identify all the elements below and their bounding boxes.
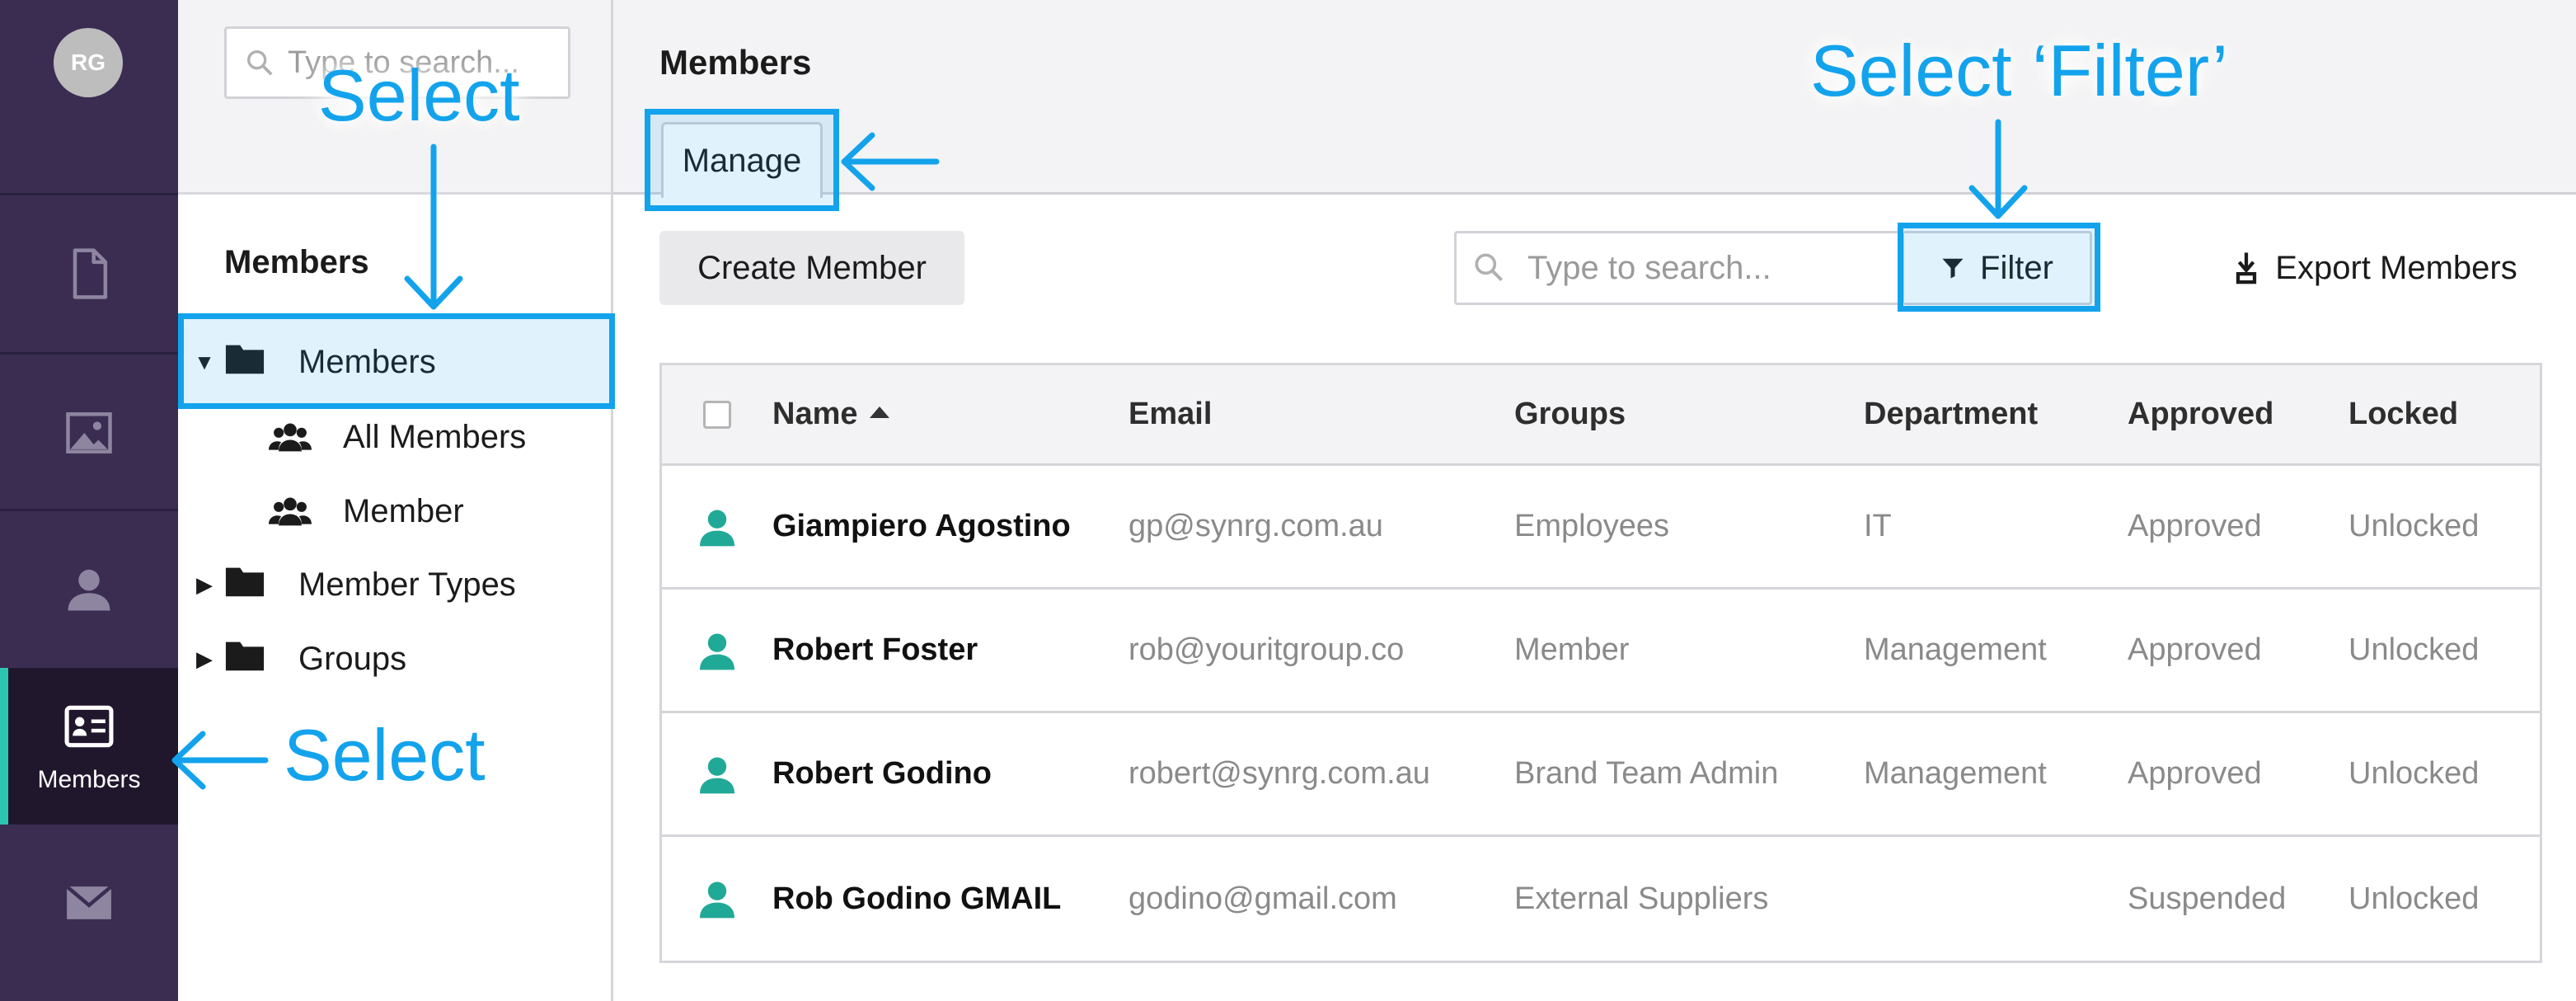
caret-down-icon[interactable]: ▼ xyxy=(185,350,224,375)
mail-icon xyxy=(65,885,113,919)
member-approved: Suspended xyxy=(2128,881,2287,916)
rail-item-content[interactable] xyxy=(0,195,178,352)
callout-select-filter: Select ‘Filter’ xyxy=(1810,30,2228,111)
member-name[interactable]: Rob Godino GMAIL xyxy=(772,881,1128,917)
member-email: robert@synrg.com.au xyxy=(1128,756,1430,791)
tree-node-all-members[interactable]: All Members xyxy=(269,404,526,470)
tree-node-label: Member Types xyxy=(298,566,516,603)
select-all-checkbox[interactable] xyxy=(703,400,731,429)
column-header-email[interactable]: Email xyxy=(1128,397,1514,432)
member-department: Management xyxy=(1864,632,2047,667)
tree-node-groups[interactable]: ▶ Groups xyxy=(178,623,611,694)
tree-node-label: Members xyxy=(298,343,436,380)
people-group-icon xyxy=(269,497,312,526)
member-card-icon xyxy=(64,705,114,748)
people-group-icon xyxy=(269,423,312,452)
member-icon xyxy=(700,509,734,546)
rail-item-users[interactable] xyxy=(0,511,178,668)
person-icon xyxy=(68,569,110,611)
caret-right-icon[interactable]: ▶ xyxy=(185,572,224,598)
member-groups: External Suppliers xyxy=(1514,881,1769,916)
member-approved: Approved xyxy=(2128,632,2262,667)
member-locked: Unlocked xyxy=(2348,509,2480,543)
tree-node-member-types[interactable]: ▶ Member Types xyxy=(178,549,611,620)
tree-node-members[interactable]: ▼ Members xyxy=(178,327,611,397)
member-name[interactable]: Robert Foster xyxy=(772,632,1128,668)
caret-right-icon[interactable]: ▶ xyxy=(185,646,224,672)
rail-item-media[interactable] xyxy=(0,355,178,511)
column-header-approved[interactable]: Approved xyxy=(2128,397,2348,432)
member-locked: Unlocked xyxy=(2348,881,2480,916)
member-locked: Unlocked xyxy=(2348,756,2480,791)
member-department: IT xyxy=(1864,509,1892,543)
member-email: godino@gmail.com xyxy=(1128,881,1397,916)
member-icon xyxy=(700,632,734,670)
tab-manage[interactable]: Manage xyxy=(661,122,823,198)
export-members-button[interactable]: Export Members xyxy=(2203,231,2549,305)
tree-heading: Members xyxy=(224,244,369,280)
member-department: Management xyxy=(1864,756,2047,791)
filter-icon xyxy=(1942,258,1964,279)
sort-ascending-icon xyxy=(869,406,889,418)
create-member-button[interactable]: Create Member xyxy=(659,231,964,305)
main-header: Members Manage xyxy=(613,0,2576,198)
member-groups: Brand Team Admin xyxy=(1514,756,1779,791)
member-search xyxy=(1454,231,1904,305)
member-email: gp@synrg.com.au xyxy=(1128,509,1383,543)
export-button-label: Export Members xyxy=(2275,249,2517,286)
app-rail: RG Members xyxy=(0,0,178,1001)
column-header-locked[interactable]: Locked xyxy=(2348,397,2540,432)
page-title: Members xyxy=(659,43,812,82)
member-groups: Employees xyxy=(1514,509,1669,543)
search-icon xyxy=(1475,253,1504,282)
rail-item-members[interactable]: Members xyxy=(0,668,178,825)
member-groups: Member xyxy=(1514,632,1630,667)
folder-icon xyxy=(224,637,265,681)
column-header-name[interactable]: Name xyxy=(772,397,1128,432)
image-icon xyxy=(66,412,112,454)
folder-icon xyxy=(224,340,265,384)
search-icon xyxy=(247,50,273,76)
callout-select-tree: Select xyxy=(318,54,520,136)
member-name[interactable]: Giampiero Agostino xyxy=(772,509,1128,544)
filter-button[interactable]: Filter xyxy=(1904,231,2092,305)
column-header-department[interactable]: Department xyxy=(1864,397,2128,432)
tree-panel: Type to search... Members ▼ Members All … xyxy=(178,0,613,1001)
table-row[interactable]: Rob Godino GMAIL godino@gmail.com Extern… xyxy=(662,837,2540,961)
table-row[interactable]: Robert Godino robert@synrg.com.au Brand … xyxy=(662,713,2540,837)
download-icon xyxy=(2236,252,2257,284)
members-table: Name Email Groups Department Approved Lo… xyxy=(659,363,2542,963)
table-header: Name Email Groups Department Approved Lo… xyxy=(662,365,2540,466)
member-approved: Approved xyxy=(2128,756,2262,791)
rail-label-members: Members xyxy=(37,766,141,793)
folder-icon xyxy=(224,562,265,607)
document-icon xyxy=(73,248,108,299)
member-search-input[interactable] xyxy=(1454,231,1904,305)
tree-node-label: Groups xyxy=(298,640,407,677)
table-row[interactable]: Giampiero Agostino gp@synrg.com.au Emplo… xyxy=(662,466,2540,590)
tree-leaf-label: Member xyxy=(343,492,464,529)
column-header-groups[interactable]: Groups xyxy=(1514,397,1864,432)
member-locked: Unlocked xyxy=(2348,632,2480,667)
member-email: rob@youritgroup.co xyxy=(1128,632,1405,667)
main-content: Members Manage Create Member Filter Expo… xyxy=(613,0,2576,1001)
user-avatar[interactable]: RG xyxy=(54,28,123,97)
callout-select-rail: Select xyxy=(284,714,486,796)
member-name[interactable]: Robert Godino xyxy=(772,756,1128,792)
tree-node-member[interactable]: Member xyxy=(269,478,464,544)
tree-leaf-label: All Members xyxy=(343,418,527,455)
member-icon xyxy=(700,881,734,919)
member-icon xyxy=(700,756,734,793)
table-row[interactable]: Robert Foster rob@youritgroup.co Member … xyxy=(662,590,2540,713)
rail-item-forms[interactable] xyxy=(0,825,178,981)
filter-button-label: Filter xyxy=(1980,249,2053,286)
member-approved: Approved xyxy=(2128,509,2262,543)
